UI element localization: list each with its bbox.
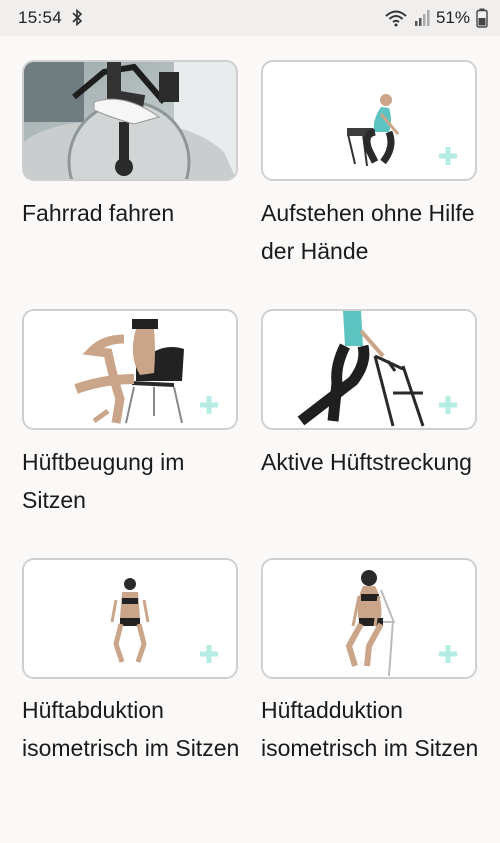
exercise-card-adduction[interactable]	[261, 558, 477, 679]
exercise-bike-photo	[24, 62, 236, 179]
add-icon[interactable]	[437, 145, 459, 167]
exercise-card-bike[interactable]	[22, 60, 238, 181]
exercise-card-hip-flexion[interactable]	[22, 309, 238, 430]
exercise-title-abduction[interactable]: Hüftabduktion isometrisch im Sitzen	[22, 691, 242, 767]
add-icon[interactable]	[198, 394, 220, 416]
exercise-title-stand-up[interactable]: Aufstehen ohne Hilfe der Hände	[261, 194, 481, 270]
add-icon[interactable]	[437, 394, 459, 416]
add-icon[interactable]	[437, 643, 459, 665]
signal-icon	[414, 10, 430, 26]
exercise-title-bike[interactable]: Fahrrad fahren	[22, 194, 242, 232]
add-icon[interactable]	[198, 643, 220, 665]
exercise-card-stand-up[interactable]	[261, 60, 477, 181]
status-right: 51%	[384, 6, 488, 30]
exercise-card-hip-extension[interactable]	[261, 309, 477, 430]
status-bar: 15:54 51%	[0, 0, 500, 36]
exercise-title-hip-extension[interactable]: Aktive Hüftstreckung	[261, 443, 481, 481]
exercise-title-hip-flexion[interactable]: Hüftbeugung im Sitzen	[22, 443, 242, 519]
exercise-title-adduction[interactable]: Hüftadduktion isometrisch im Sitzen	[261, 691, 481, 767]
battery-icon	[476, 8, 488, 28]
status-time: 15:54	[18, 8, 63, 27]
exercise-card-abduction[interactable]	[22, 558, 238, 679]
battery-percent: 51%	[435, 8, 470, 27]
wifi-icon	[385, 10, 407, 27]
bluetooth-icon	[72, 9, 83, 26]
